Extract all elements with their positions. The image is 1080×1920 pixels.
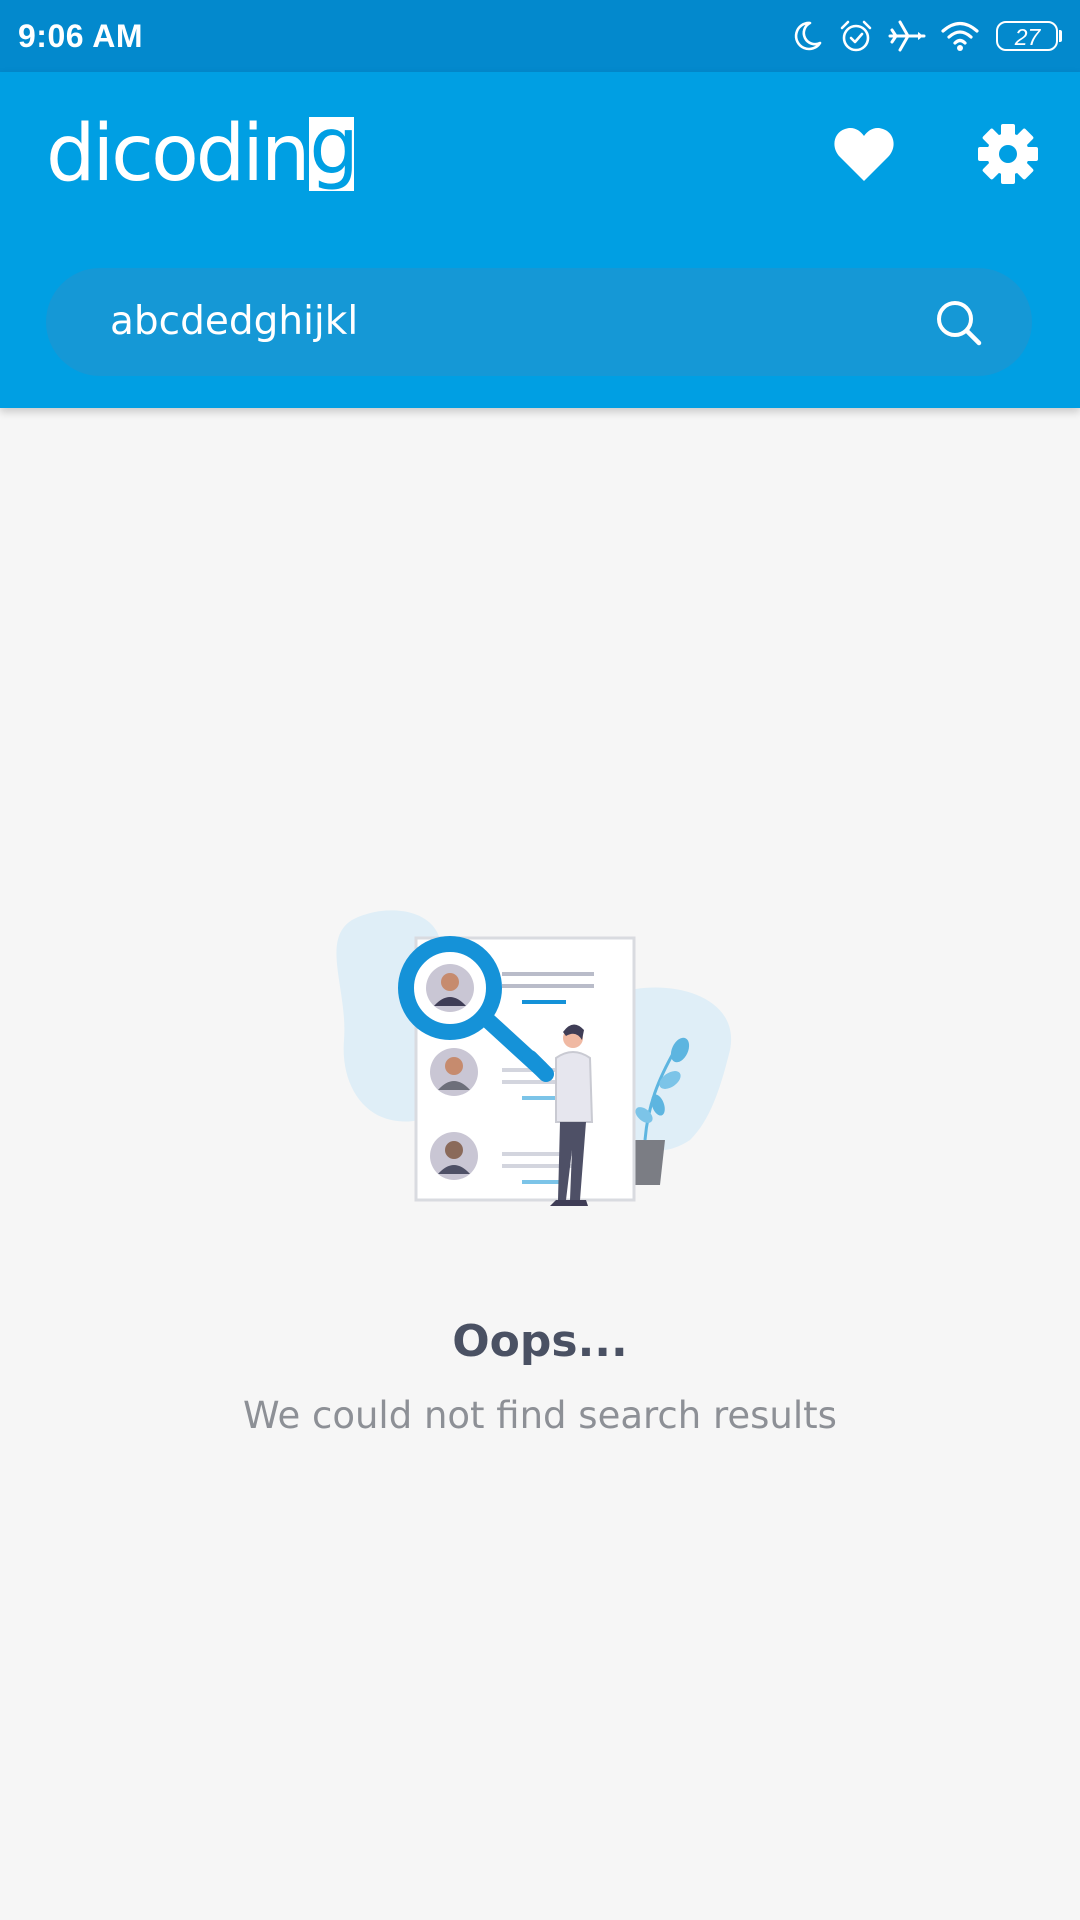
logo-boxed-letter: g: [309, 117, 355, 191]
status-time: 9:06 AM: [18, 18, 144, 54]
gear-icon: [978, 124, 1038, 184]
search-button[interactable]: [934, 298, 984, 348]
profile-search-illustration: [336, 910, 732, 1206]
empty-state-message: We could not find search results: [243, 1394, 837, 1437]
app-bar: dicodin g: [0, 72, 1080, 408]
battery-level: 27: [1014, 24, 1041, 50]
dicoding-logo: dicodin g: [46, 109, 355, 199]
moon-icon: [794, 21, 822, 51]
alarm-icon: [840, 20, 872, 52]
empty-state-title: Oops...: [452, 1316, 628, 1367]
wifi-icon: [941, 21, 979, 51]
status-icons: 27: [776, 14, 1062, 58]
logo-text: dicodin: [46, 109, 310, 199]
airplane-icon: [888, 20, 926, 52]
heart-icon: [834, 127, 894, 181]
status-bar: 9:06 AM 27: [0, 0, 1080, 72]
settings-button[interactable]: [972, 118, 1044, 190]
favorites-button[interactable]: [828, 118, 900, 190]
search-bar: [46, 268, 1032, 376]
search-icon: [937, 301, 982, 346]
search-input[interactable]: [110, 292, 870, 352]
battery-icon: 27: [996, 21, 1062, 51]
